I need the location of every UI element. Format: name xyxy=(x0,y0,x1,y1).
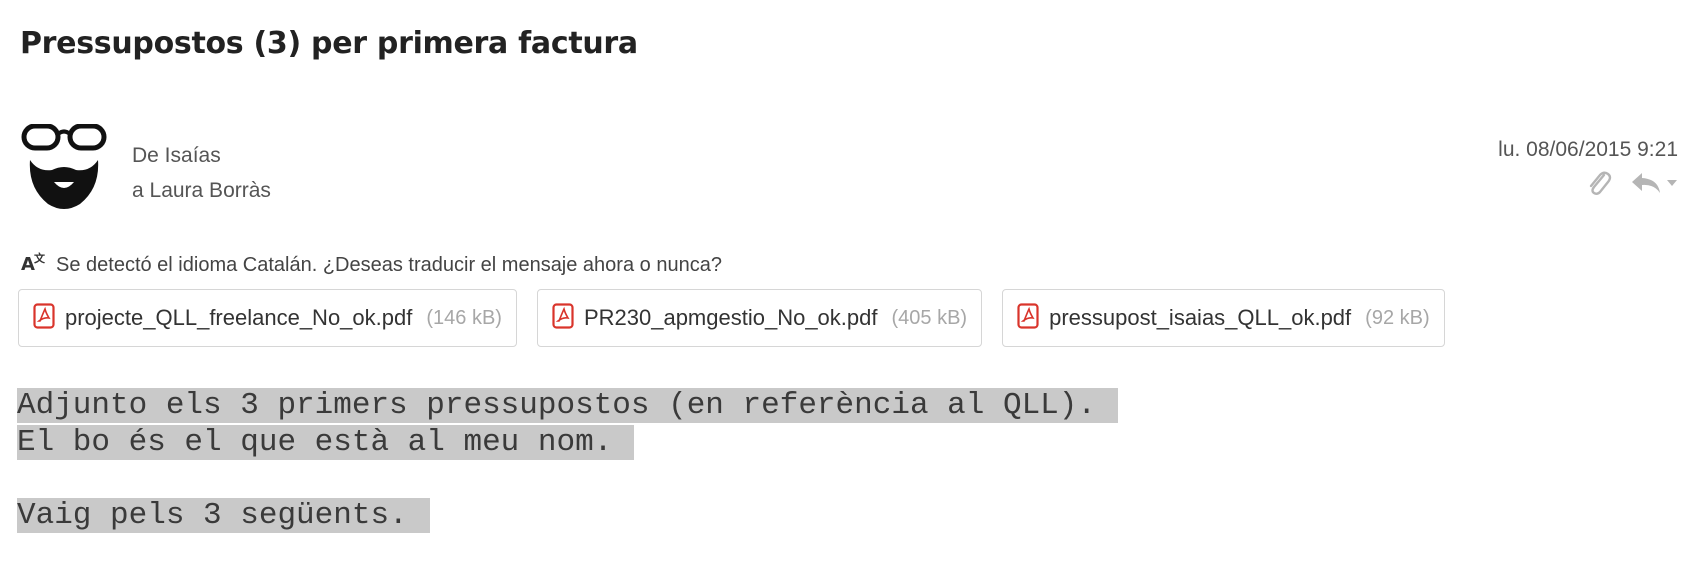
attachment-name: projecte_QLL_freelance_No_ok.pdf xyxy=(65,305,413,330)
email-subject: Pressupostos (3) per primera factura xyxy=(20,26,638,61)
translate-icon: A 文 xyxy=(20,250,46,280)
translation-bar: A 文 Se detectó el idioma Catalán. ¿Desea… xyxy=(20,250,722,280)
attachment-size: (92 kB) xyxy=(1365,306,1430,329)
pdf-icon xyxy=(1017,302,1039,334)
attachment-name: pressupost_isaias_QLL_ok.pdf xyxy=(1049,305,1352,330)
message-date: lu. 08/06/2015 9:21 xyxy=(1498,138,1678,161)
attachment-name: PR230_apmgestio_No_ok.pdf xyxy=(583,305,878,330)
attachment-item[interactable]: PR230_apmgestio_No_ok.pdf (405 kB) xyxy=(536,289,983,347)
message-actions xyxy=(1586,168,1678,198)
reply-icon[interactable] xyxy=(1630,170,1678,196)
body-line: Adjunto els 3 primers pressupostos (en r… xyxy=(17,388,1118,423)
attachment-item[interactable]: pressupost_isaias_QLL_ok.pdf (92 kB) xyxy=(1002,289,1445,347)
svg-text:文: 文 xyxy=(34,251,46,265)
from-line[interactable]: De Isaías xyxy=(132,138,271,173)
attachment-size: (405 kB) xyxy=(891,306,968,329)
body-line: Vaig pels 3 següents. xyxy=(17,498,430,533)
attachment-item[interactable]: projecte_QLL_freelance_No_ok.pdf (146 kB… xyxy=(18,289,517,347)
chevron-down-icon[interactable] xyxy=(1666,179,1678,187)
message-body: Adjunto els 3 primers pressupostos (en r… xyxy=(17,387,1118,534)
attachment-size: (146 kB) xyxy=(426,306,502,329)
translation-message[interactable]: Se detectó el idioma Catalán. ¿Deseas tr… xyxy=(56,254,722,277)
to-line[interactable]: a Laura Borràs xyxy=(132,173,271,208)
pdf-icon xyxy=(552,302,574,334)
hipster-avatar-icon xyxy=(18,123,114,212)
body-line: El bo és el que està al meu nom. xyxy=(17,425,635,460)
pdf-icon xyxy=(33,302,55,334)
attachment-list: projecte_QLL_freelance_No_ok.pdf (146 kB… xyxy=(18,289,1445,347)
svg-text:A: A xyxy=(21,254,35,274)
sender-info: De Isaías a Laura Borràs xyxy=(132,138,271,208)
paperclip-icon[interactable] xyxy=(1586,168,1612,198)
